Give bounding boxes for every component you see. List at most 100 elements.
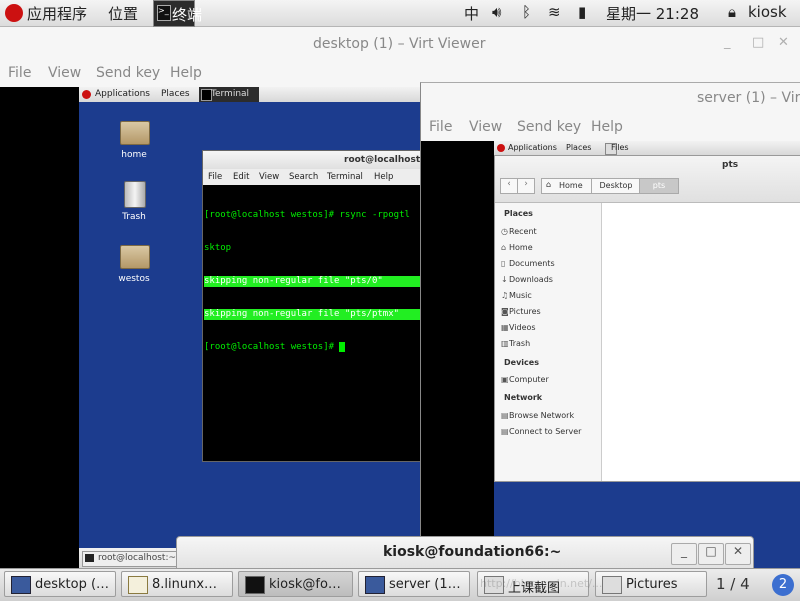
sidebar-item-pictures[interactable]: ◙ Pictures (501, 307, 541, 316)
taskbar-item-document[interactable]: 8.linunx… (121, 571, 233, 597)
bluetooth-icon[interactable]: ᛒ (522, 3, 531, 21)
sidebar-item-trash[interactable]: ▥ Trash (501, 339, 530, 348)
clock[interactable]: 星期一 21:28 (606, 3, 699, 24)
wifi-icon[interactable]: ≋ (548, 3, 561, 21)
guest-terminal-titlebar: root@localhost:~ (203, 151, 420, 169)
menu-send-key[interactable]: Send key (96, 65, 160, 81)
terminal-menu-file[interactable]: File (208, 172, 222, 182)
kiosk-terminal-title: kiosk@foundation66:~ (383, 544, 562, 560)
computer-icon: ▣ (501, 375, 509, 384)
menu-help[interactable]: Help (591, 119, 623, 135)
forward-button[interactable]: › (517, 178, 535, 194)
sidebar-item-home[interactable]: ⌂ Home (501, 243, 533, 252)
guest-terminal-title: root@localhost:~ (344, 155, 420, 165)
terminal-menu-search[interactable]: Search (289, 172, 318, 182)
path-desktop-button[interactable]: Desktop (591, 178, 641, 194)
sidebar-item-browse-network[interactable]: ▤ Browse Network (501, 411, 574, 420)
sidebar-item-music[interactable]: ♫ Music (501, 291, 532, 300)
menu-send-key[interactable]: Send key (517, 119, 581, 135)
sidebar-item-recent[interactable]: ◷ Recent (501, 227, 537, 236)
server-icon: ▤ (501, 427, 509, 436)
sidebar-item-label: Downloads (509, 275, 553, 284)
sidebar-item-documents[interactable]: ▯ Documents (501, 259, 555, 268)
sidebar-item-label: Connect to Server (509, 427, 582, 436)
taskbar-item-pictures[interactable]: Pictures (595, 571, 707, 597)
sidebar-item-label: Videos (509, 323, 536, 332)
sidebar-item-downloads[interactable]: ↓ Downloads (501, 275, 553, 284)
workspace-pager[interactable]: 1 / 4 (716, 575, 750, 593)
close-button[interactable]: ✕ (778, 35, 789, 50)
applications-menu[interactable]: 应用程序 (27, 3, 87, 24)
terminal-prompt: [root@localhost westos]# (204, 342, 340, 352)
server-guest-files-task[interactable]: Files (604, 141, 644, 155)
taskbar-item-screenshots-folder[interactable]: 上课截图 (477, 571, 589, 597)
sidebar-heading-devices: Devices (504, 358, 539, 367)
guest-terminal-task-label: Terminal (211, 89, 250, 99)
path-home-button[interactable]: ⌂ Home (541, 178, 593, 194)
minimize-button[interactable]: _ (671, 543, 697, 565)
battery-icon[interactable]: ▮ (578, 3, 586, 21)
viewer-black-margin (0, 87, 79, 568)
document-icon (128, 576, 148, 594)
sidebar-item-label: Music (509, 291, 532, 300)
menu-file[interactable]: File (429, 119, 452, 135)
sidebar-item-videos[interactable]: ▦ Videos (501, 323, 536, 332)
terminal-cursor: ​ (339, 342, 345, 352)
taskbar-item-kiosk-terminal[interactable]: kiosk@fo… (238, 571, 353, 597)
guest-terminal-window[interactable]: root@localhost:~ File Edit View Search T… (202, 150, 420, 462)
sidebar-item-connect-server[interactable]: ▤ Connect to Server (501, 427, 582, 436)
minimize-button[interactable]: _ (724, 35, 731, 50)
user-menu[interactable]: kiosk (748, 3, 787, 21)
file-manager-header: pts ‹ › ⌂ Home Desktop pts (495, 156, 800, 203)
terminal-icon (245, 576, 265, 594)
taskbar-item-server-viewer[interactable]: server (1… (358, 571, 470, 597)
terminal-line: skipping non-regular file "pts/0" (204, 276, 420, 287)
maximize-button[interactable]: □ (752, 35, 764, 50)
terminal-menu-help[interactable]: Help (374, 172, 393, 182)
sidebar-item-computer[interactable]: ▣ Computer (501, 375, 549, 384)
guest-desktop[interactable]: Applications Places Terminal home Trash … (79, 87, 420, 568)
server-viewer-window: server (1) – Vir File View Send key Help… (420, 82, 800, 569)
trash-icon: ▥ (501, 339, 509, 348)
taskbar-item-label: 8.linunx… (152, 577, 218, 592)
guest-applications-menu[interactable]: Applications (95, 89, 150, 99)
sidebar-item-label: Pictures (509, 307, 541, 316)
places-menu[interactable]: 位置 (108, 3, 138, 24)
maximize-button[interactable]: □ (698, 543, 724, 565)
terminal-menu-view[interactable]: View (259, 172, 279, 182)
menu-view[interactable]: View (469, 119, 502, 135)
file-manager-window[interactable]: pts ‹ › ⌂ Home Desktop pts Places ◷ Recen… (494, 155, 800, 482)
terminal-task-button[interactable]: >_ 终端 (153, 0, 202, 27)
bottom-taskbar: desktop (… 8.linunx… kiosk@fo… server (1… (0, 568, 800, 601)
kiosk-terminal-window[interactable]: kiosk@foundation66:~ _ □ ✕ (176, 536, 754, 570)
path-pts-button[interactable]: pts (639, 178, 679, 194)
close-button[interactable]: ✕ (725, 543, 751, 565)
desktop-icon-westos[interactable]: westos (104, 243, 164, 288)
guest-places-menu[interactable]: Places (161, 89, 190, 99)
music-icon: ♫ (501, 291, 509, 300)
desktop-icon-home[interactable]: home (104, 119, 164, 164)
menu-view[interactable]: View (48, 65, 81, 81)
server-guest-places-menu[interactable]: Places (566, 143, 591, 152)
file-view-area[interactable] (602, 203, 800, 481)
camera-icon: ◙ (501, 307, 509, 316)
guest-terminal-task[interactable]: Terminal (199, 87, 259, 102)
notification-badge[interactable]: 2 (772, 574, 794, 596)
input-method-indicator[interactable]: 中 (464, 3, 479, 24)
server-guest-applications-menu[interactable]: Applications (508, 143, 557, 152)
redhat-logo-icon[interactable] (5, 4, 23, 22)
desktop-icon-label: home (121, 150, 147, 160)
server-guest-desktop[interactable]: Applications Places Files pts ‹ › ⌂ Home… (494, 141, 800, 569)
taskbar-item-desktop-viewer[interactable]: desktop (… (4, 571, 116, 597)
menu-help[interactable]: Help (170, 65, 202, 81)
volume-icon[interactable]: 🔊︎ (492, 3, 501, 21)
sidebar-heading-places: Places (504, 209, 533, 218)
desktop-icon-trash[interactable]: Trash (104, 179, 164, 224)
monitor-icon (11, 576, 31, 594)
back-button[interactable]: ‹ (500, 178, 518, 194)
terminal-menu-terminal[interactable]: Terminal (327, 172, 363, 182)
folder-icon (120, 245, 150, 269)
terminal-menu-edit[interactable]: Edit (233, 172, 249, 182)
menu-file[interactable]: File (8, 65, 31, 81)
guest-terminal-output[interactable]: [root@localhost westos]# rsync -rpogtl s… (204, 188, 420, 375)
